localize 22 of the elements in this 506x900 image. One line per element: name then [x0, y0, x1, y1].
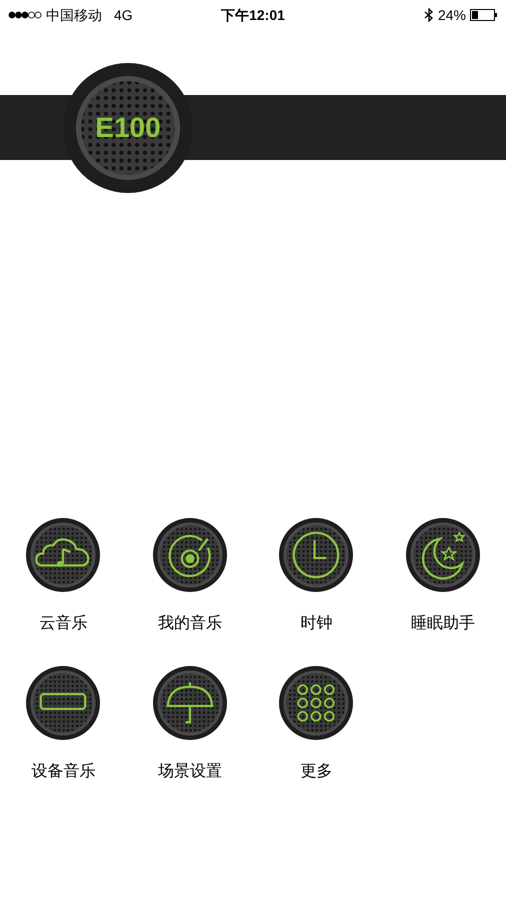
clock-icon: [279, 518, 354, 592]
menu-item[interactable]: 场景设置: [126, 666, 253, 808]
menu-item[interactable]: 睡眠助手: [380, 518, 506, 660]
menu-item[interactable]: 时钟: [253, 518, 380, 660]
battery-icon: [470, 9, 498, 21]
more-icon: [279, 666, 354, 740]
status-time: 下午12:01: [221, 6, 285, 24]
bluetooth-icon: [424, 8, 434, 22]
device-name: E100: [95, 114, 161, 142]
signal-icon: [8, 11, 42, 19]
menu-item[interactable]: 我的音乐: [126, 518, 253, 660]
umbrella-icon: [152, 666, 227, 740]
moon-icon: [406, 518, 480, 592]
disc-icon: [152, 518, 227, 592]
menu-item[interactable]: 云音乐: [0, 518, 126, 660]
network-type: 4G: [114, 6, 133, 24]
menu-item[interactable]: 更多: [253, 666, 380, 808]
battery-percent: 24%: [438, 6, 466, 24]
cloud-icon: [26, 518, 100, 592]
device-icon: [26, 666, 100, 740]
carrier-name: 中国移动: [46, 6, 102, 24]
menu-item[interactable]: 设备音乐: [0, 666, 126, 808]
